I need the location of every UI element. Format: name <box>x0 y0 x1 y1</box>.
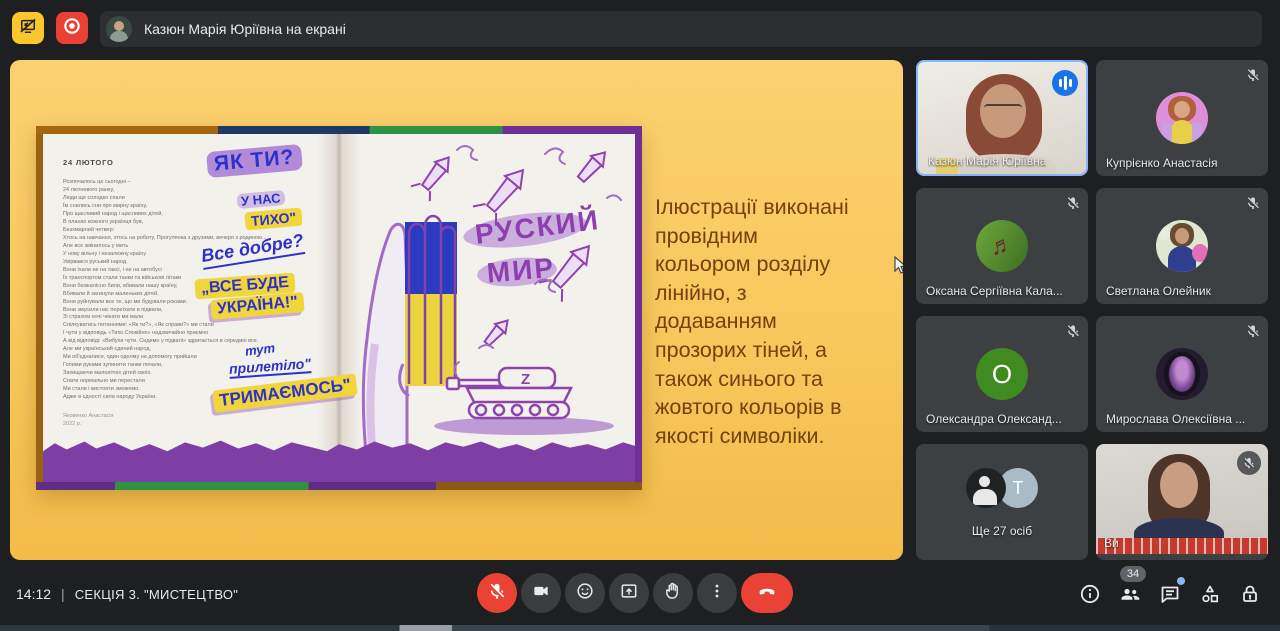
tile-svetlana[interactable]: Светлана Олейник <box>1096 188 1268 304</box>
mic-off-icon <box>1237 451 1261 475</box>
chat-button[interactable] <box>1158 582 1182 606</box>
raise-hand-button[interactable] <box>653 573 693 613</box>
people-icon <box>1118 582 1142 606</box>
host-controls-lock-icon <box>1238 582 1262 606</box>
reactions-button[interactable] <box>565 573 605 613</box>
participant-name: Казюн Марія Юріївна <box>928 154 1046 168</box>
mic-off-icon <box>1245 323 1261 344</box>
avatar-photo <box>1156 348 1208 400</box>
meeting-panels <box>1078 582 1262 606</box>
call-controls <box>477 573 793 613</box>
people-button[interactable] <box>1118 582 1142 606</box>
avatar-initial: О <box>976 348 1028 400</box>
slide-description-text: Ілюстрації виконані провідним кольором р… <box>655 193 897 450</box>
participant-name: Оксана Сергіївна Кала... <box>926 284 1063 298</box>
shared-screen[interactable]: 24 ЛЮТОГО Розпочалось це сьогодні –24 лю… <box>10 60 903 560</box>
camera-icon <box>531 581 551 606</box>
flag-yellow <box>405 294 457 386</box>
participant-name: Светлана Олейник <box>1106 284 1211 298</box>
mic-off-icon <box>1245 195 1261 216</box>
mic-off-icon <box>1065 195 1081 216</box>
info-icon <box>1078 582 1102 606</box>
participant-name: Мирослава Олексіївна ... <box>1106 412 1245 426</box>
presenting-banner-text: Казюн Марія Юріївна на екрані <box>144 21 346 37</box>
avatar-photo <box>1156 220 1208 272</box>
flag-blue <box>405 222 457 294</box>
taskbar-edge <box>0 625 1280 631</box>
participant-count-badge: 34 <box>1120 566 1146 582</box>
meeting-name: СЕКЦІЯ 3. "МИСТЕЦТВО" <box>75 587 239 602</box>
tile-oleksandra[interactable]: О Олександра Олександ... <box>916 316 1088 432</box>
book-right-cover <box>635 134 642 482</box>
tile-myroslava[interactable]: Мирослава Олексіївна ... <box>1096 316 1268 432</box>
annotation-yak-ty: ЯК ТИ? <box>206 144 302 178</box>
mir-text: МИР <box>486 252 557 289</box>
present-icon <box>619 581 639 606</box>
poem-heading: 24 ЛЮТОГО <box>63 158 114 167</box>
more-vertical-icon <box>707 581 727 606</box>
tile-kaziun[interactable]: Казюн Марія Юріївна <box>916 60 1088 176</box>
hand-icon <box>663 581 683 606</box>
presenter-avatar <box>106 16 132 42</box>
book-left-cover <box>36 134 43 482</box>
war-illustration: РУСКИЙ МИР <box>339 134 635 482</box>
activities-icon <box>1198 582 1222 606</box>
presentation-disabled-button[interactable] <box>12 12 44 44</box>
info-button[interactable] <box>1078 582 1102 606</box>
participant-name: Олександра Олександ... <box>926 412 1062 426</box>
music-note-icon: ♬ <box>987 230 1016 262</box>
activities-button[interactable] <box>1198 582 1222 606</box>
mic-off-icon <box>487 581 507 606</box>
book-top-edge <box>36 126 642 134</box>
mic-toggle-button[interactable] <box>477 573 517 613</box>
poem-signature: Яковенко Анастасія 2022 р. <box>63 412 114 429</box>
overflow-count-label: Ще 27 осіб <box>916 524 1088 538</box>
mouse-cursor <box>894 256 903 281</box>
present-button[interactable] <box>609 573 649 613</box>
host-controls-button[interactable] <box>1238 582 1262 606</box>
recording-indicator-button[interactable] <box>56 12 88 44</box>
self-label: Ви <box>1104 536 1119 550</box>
camera-toggle-button[interactable] <box>521 573 561 613</box>
book-bottom-edge <box>36 482 642 490</box>
clock-time: 14:12 <box>16 586 51 602</box>
divider: | <box>61 586 65 602</box>
chat-notification-dot <box>1177 577 1185 585</box>
tank-z-mark: Z <box>521 371 530 388</box>
annotation-tykho: ТИХО" <box>244 208 302 231</box>
speaking-indicator-icon <box>1052 70 1078 96</box>
more-options-button[interactable] <box>697 573 737 613</box>
participant-name: Купрієнко Анастасія <box>1106 156 1217 170</box>
book-page-right: РУСКИЙ МИР <box>339 134 635 482</box>
avatar-photo: ♬ <box>976 220 1028 272</box>
presenting-banner: Казюн Марія Юріївна на екрані <box>100 11 1262 47</box>
smiley-icon <box>575 581 595 606</box>
tile-kupriienko[interactable]: Купрієнко Анастасія <box>1096 60 1268 176</box>
presentation-disabled-icon <box>18 16 38 41</box>
overflow-avatars: T <box>966 468 1038 508</box>
tile-oksana[interactable]: ♬ Оксана Сергіївна Кала... <box>916 188 1088 304</box>
book-pages: 24 ЛЮТОГО Розпочалось це сьогодні –24 лю… <box>43 134 635 482</box>
background-shelf <box>1096 538 1268 554</box>
book-illustration: 24 ЛЮТОГО Розпочалось це сьогодні –24 лю… <box>36 126 642 490</box>
mic-off-icon <box>1065 323 1081 344</box>
book-page-left: 24 ЛЮТОГО Розпочалось це сьогодні –24 лю… <box>43 134 339 482</box>
tile-overflow[interactable]: T Ще 27 осіб <box>916 444 1088 560</box>
tile-self[interactable]: Ви <box>1096 444 1268 560</box>
mic-off-icon <box>1245 67 1261 88</box>
end-call-icon <box>756 580 778 607</box>
meeting-info: 14:12 | СЕКЦІЯ 3. "МИСТЕЦТВО" <box>16 586 238 602</box>
record-icon <box>62 16 82 41</box>
annotation-u-nas: У НАС <box>236 190 285 209</box>
chat-icon <box>1158 582 1182 606</box>
avatar-photo <box>1156 92 1208 144</box>
end-call-button[interactable] <box>741 573 793 613</box>
